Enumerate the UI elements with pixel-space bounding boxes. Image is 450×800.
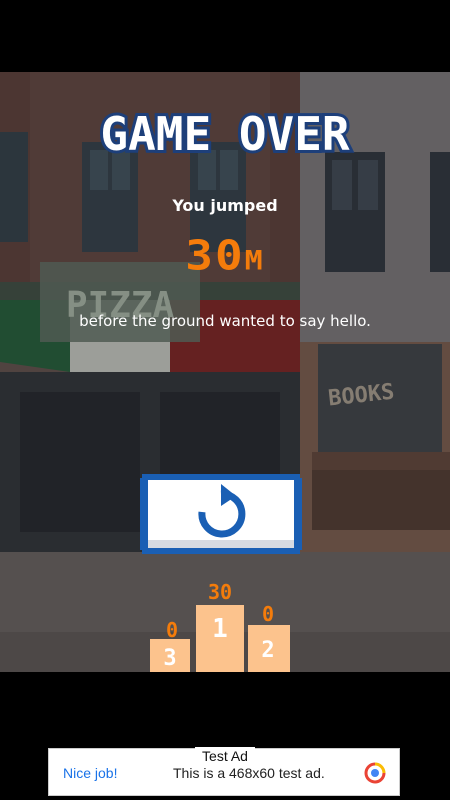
svg-text:GAME OVER: GAME OVER [100,108,350,160]
second-rank: 2 [261,638,274,663]
top-black-bar [0,0,450,72]
result-subtitle: before the ground wanted to say hello. [79,312,371,330]
third-score: 0 [166,618,178,642]
distance-unit: M [244,245,265,277]
test-ad-label: Test Ad [195,747,255,765]
game-over-title-art: GAME OVER [97,108,353,160]
first-score: 30 [208,580,232,604]
first-rank: 1 [212,614,228,644]
admob-logo-icon [364,762,386,784]
ad-body-text: This is a 468x60 test ad. [173,765,325,781]
third-rank: 3 [163,646,176,671]
distance-value: 30 [185,230,245,280]
ad-nice-job: Nice job! [63,765,118,781]
retry-button[interactable] [140,472,302,556]
game-scene: PIZZA BOOKS GAME OVER You jumped 30M bef… [0,72,450,672]
you-jumped-label: You jumped [172,196,278,215]
second-score: 0 [262,602,274,626]
game-over-title: GAME OVER [0,108,450,160]
distance-readout: 30M [0,231,450,280]
leaderboard-podium: 3 1 2 0 30 0 [150,577,290,672]
